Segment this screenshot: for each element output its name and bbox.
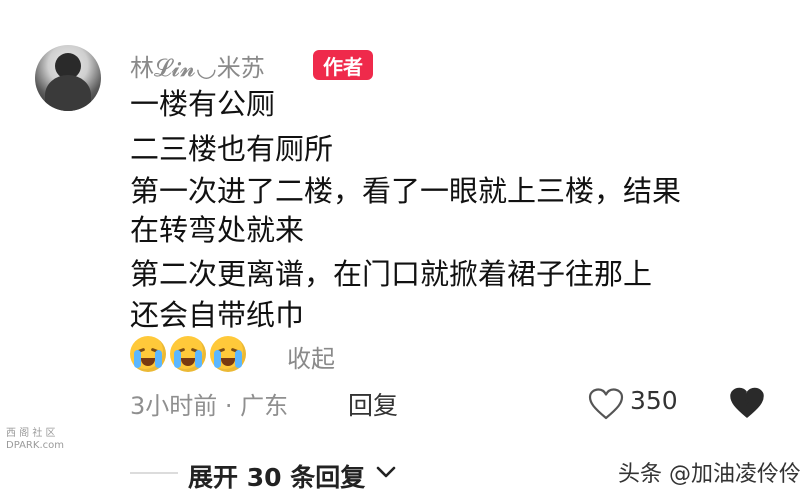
avatar-body bbox=[45, 75, 91, 111]
avatar[interactable] bbox=[35, 45, 101, 111]
broken-heart-icon[interactable] bbox=[729, 386, 765, 424]
watermark-left-bottom: DPARK.com bbox=[6, 440, 64, 451]
comment-line-2: 二三楼也有厕所 bbox=[130, 132, 334, 166]
author-badge: 作者 bbox=[313, 50, 373, 80]
username[interactable]: 林𝓛𝓲𝓷◡米苏 bbox=[130, 48, 265, 83]
reply-button[interactable]: 回复 bbox=[348, 386, 398, 422]
comment-line-6: 还会自带纸巾 bbox=[130, 298, 305, 332]
comment-line-4: 在转弯处就来 bbox=[130, 213, 305, 247]
crying-face-icon bbox=[130, 336, 166, 372]
comment-meta: 3小时前 · 广东 bbox=[130, 392, 289, 420]
watermark-left: 西 阁 社 区 DPARK.com bbox=[6, 428, 64, 452]
watermark-right: 头条 @加油凌伶伶 bbox=[618, 462, 800, 487]
collapse-button[interactable]: 收起 bbox=[287, 339, 335, 374]
comment-line-3: 第一次进了二楼，看了一眼就上三楼，结果 bbox=[130, 174, 682, 208]
crying-face-icon bbox=[170, 336, 206, 372]
comment-line-5: 第二次更离谱，在门口就掀着裙子往那上 bbox=[130, 257, 653, 291]
emoji-row bbox=[130, 336, 246, 372]
like-count: 350 bbox=[630, 386, 678, 415]
heart-icon[interactable] bbox=[588, 388, 624, 424]
watermark-left-top: 西 阁 社 区 bbox=[6, 428, 56, 439]
expand-replies-button[interactable]: 展开 30 条回复 bbox=[188, 458, 365, 494]
expand-divider bbox=[130, 472, 178, 474]
comment-line-1: 一楼有公厕 bbox=[130, 87, 276, 121]
chevron-down-icon[interactable] bbox=[375, 464, 397, 484]
crying-face-icon bbox=[210, 336, 246, 372]
